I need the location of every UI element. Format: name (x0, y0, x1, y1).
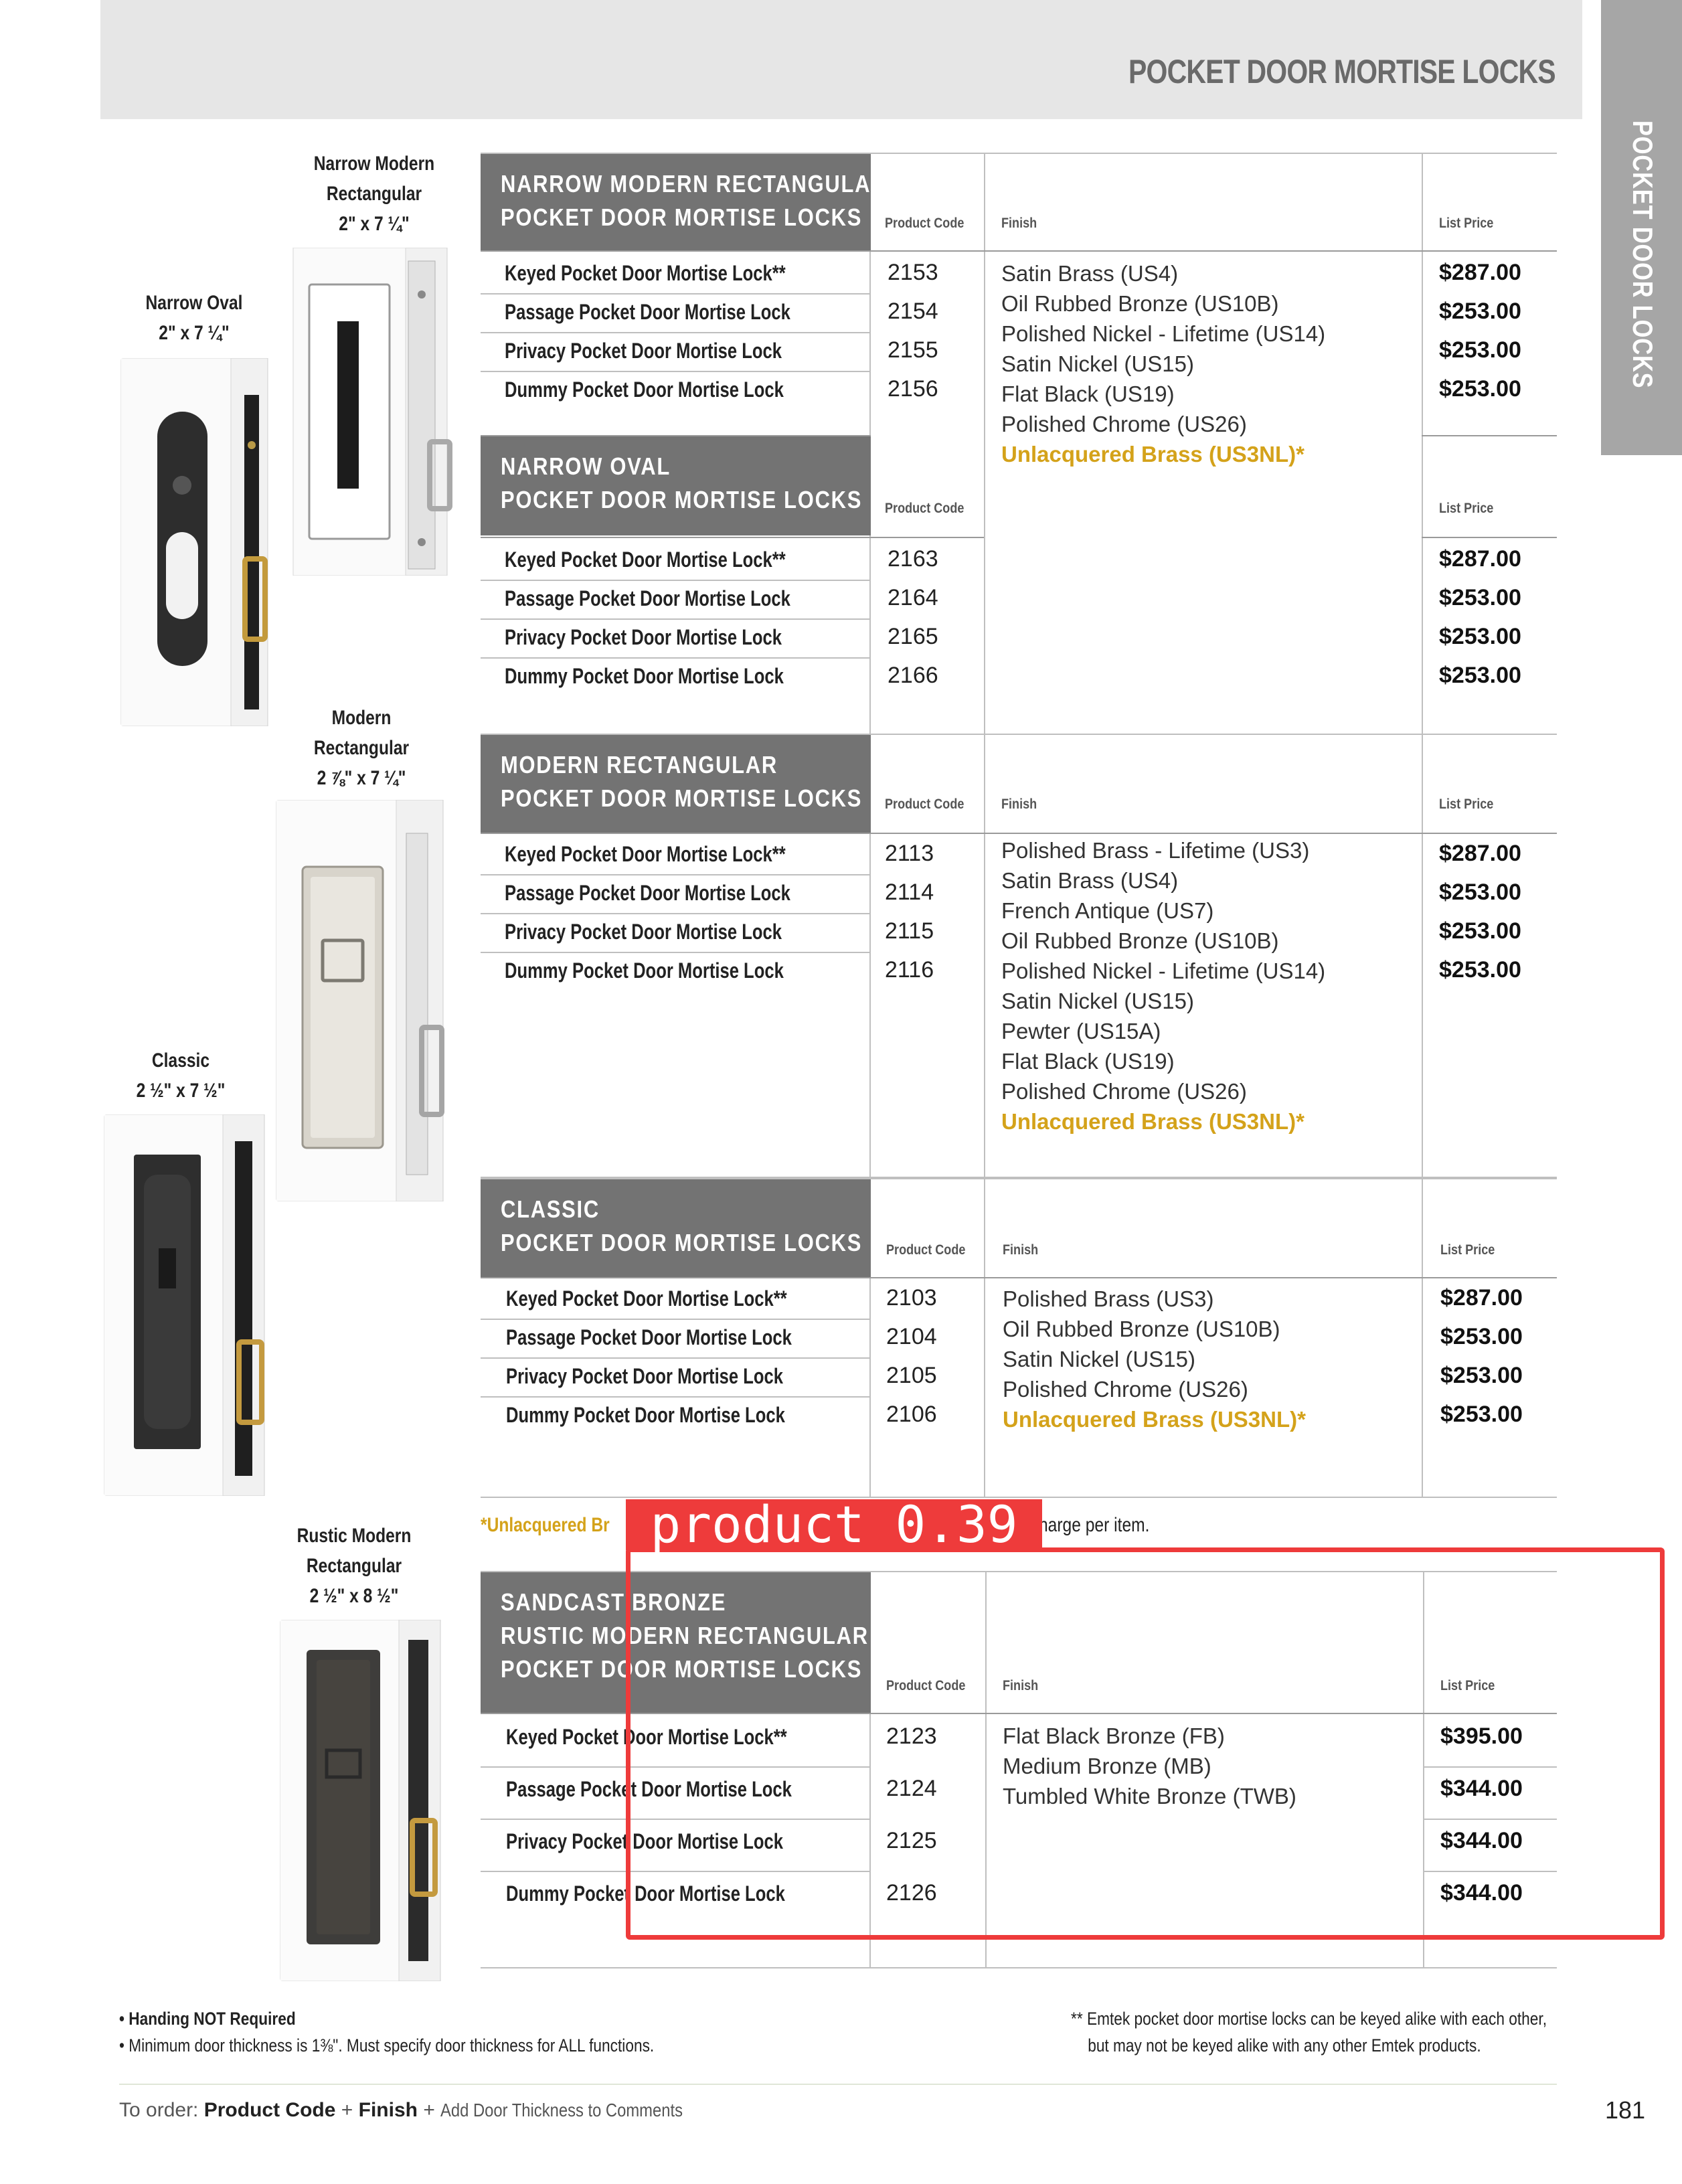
table-row-item: Passage Pocket Door Mortise Lock (506, 1325, 792, 1349)
table-row-code: 2103 (886, 1285, 937, 1311)
column-header-price: List Price (1439, 501, 1494, 516)
table-row-code: 2116 (885, 957, 934, 983)
table-row-code: 2113 (885, 841, 934, 866)
table-narrow: NARROW MODERN RECTANGULAR POCKET DOOR MOR… (481, 153, 1557, 735)
table-row-price: $253.00 (1440, 1363, 1523, 1388)
table-row-item: Privacy Pocket Door Mortise Lock (505, 625, 782, 649)
table-row-code: 2153 (888, 260, 938, 285)
table-row-item: Keyed Pocket Door Mortise Lock** (505, 548, 786, 572)
table-row-item: Privacy Pocket Door Mortise Lock (505, 339, 782, 363)
finish-unlacquered: Unlacquered Brass (US3NL)* (1003, 1407, 1306, 1432)
table-row-code: 2156 (888, 376, 938, 402)
column-header-price: List Price (1439, 216, 1494, 231)
modern-rectangular-lock-image (276, 800, 444, 1201)
table-row-item: Passage Pocket Door Mortise Lock (505, 586, 790, 610)
classic-lock-image (104, 1114, 265, 1496)
table-row-price: $253.00 (1439, 957, 1521, 983)
table-row-code: 2115 (885, 918, 934, 944)
table-row-price: $287.00 (1439, 546, 1521, 572)
finish-list: Polished Brass - Lifetime (US3) Satin Br… (1001, 835, 1325, 1137)
table-row-price: $253.00 (1439, 918, 1521, 944)
table-row-price: $253.00 (1440, 1402, 1523, 1427)
table-heading-classic: CLASSIC POCKET DOOR MORTISE LOCKS (481, 1179, 871, 1277)
table-row-item: Keyed Pocket Door Mortise Lock** (505, 261, 786, 285)
table-row-code: 2155 (888, 337, 938, 363)
table-row-code: 2105 (886, 1363, 937, 1388)
table-row-price: $287.00 (1440, 1285, 1523, 1311)
table-row-item: Dummy Pocket Door Mortise Lock (505, 664, 784, 688)
table-row-code: 2164 (888, 585, 938, 610)
table-row-code: 2166 (888, 663, 938, 688)
order-instructions: To order: Product Code + Finish + Add Do… (119, 2099, 683, 2121)
table-row-code: 2114 (885, 879, 934, 905)
finish-list: Polished Brass (US3) Oil Rubbed Bronze (… (1003, 1284, 1306, 1434)
footer-rule (119, 2084, 1557, 2085)
finish-list: Satin Brass (US4) Oil Rubbed Bronze (US1… (1001, 258, 1325, 469)
finish-unlacquered: Unlacquered Brass (US3NL)* (1001, 442, 1305, 467)
narrow-modern-lock-image (292, 248, 452, 576)
table-modern-rectangular: MODERN RECTANGULAR POCKET DOOR MORTISE LO… (481, 734, 1557, 1178)
table-heading-narrow-oval: NARROW OVAL POCKET DOOR MORTISE LOCKS (481, 436, 871, 535)
rustic-modern-lock-image (280, 1620, 441, 1981)
side-tab-label: POCKET DOOR LOCKS (1627, 120, 1659, 389)
table-row-price: $287.00 (1439, 260, 1521, 285)
column-header-code: Product Code (886, 1242, 966, 1258)
column-header-code: Product Code (885, 796, 964, 812)
column-header-finish: Finish (1003, 1242, 1039, 1258)
table-row-price: $253.00 (1439, 299, 1521, 324)
table-row-price: $253.00 (1439, 337, 1521, 363)
finish-unlacquered: Unlacquered Brass (US3NL)* (1001, 1109, 1305, 1134)
column-header-finish: Finish (1001, 796, 1037, 812)
detection-label: product 0.39 (626, 1499, 1042, 1550)
column-header-code: Product Code (885, 501, 964, 516)
table-row-price: $253.00 (1439, 376, 1521, 402)
photo-label-rustic: Rustic Modern Rectangular 2 ½" x 8 ½" (297, 1525, 412, 1607)
table-row-item: Dummy Pocket Door Mortise Lock (505, 958, 784, 983)
page-title: POCKET DOOR MORTISE LOCKS (1128, 53, 1556, 90)
table-row-code: 2165 (888, 624, 938, 649)
photo-label-modern: Modern Rectangular 2 ⅞" x 7 ¼" (313, 707, 410, 789)
detection-box (626, 1547, 1665, 1940)
page-number: 181 (1605, 2096, 1646, 2124)
table-row-price: $253.00 (1439, 624, 1521, 649)
column-header-price: List Price (1439, 796, 1494, 812)
photo-label-narrow-oval: Narrow Oval 2" x 7 ¼" (145, 292, 243, 344)
table-row-item: Dummy Pocket Door Mortise Lock (505, 377, 784, 402)
photo-label-narrow-modern: Narrow Modern Rectangular 2" x 7 ¼" (313, 153, 435, 235)
table-row-item: Passage Pocket Door Mortise Lock (505, 881, 790, 905)
table-row-price: $253.00 (1439, 879, 1521, 905)
table-row-code: 2154 (888, 299, 938, 324)
table-row-item: Dummy Pocket Door Mortise Lock (506, 1403, 785, 1427)
footnote-left: • Handing NOT Required • Minimum door th… (119, 2009, 655, 2055)
narrow-oval-lock-image (120, 358, 268, 726)
table-row-item: Keyed Pocket Door Mortise Lock** (506, 1286, 787, 1311)
table-heading-modern: MODERN RECTANGULAR POCKET DOOR MORTISE LO… (481, 735, 871, 833)
column-header-code: Product Code (885, 216, 964, 231)
table-row-item: Keyed Pocket Door Mortise Lock** (505, 842, 786, 866)
table-row-code: 2104 (886, 1324, 937, 1349)
table-row-item: Privacy Pocket Door Mortise Lock (505, 920, 782, 944)
column-header-price: List Price (1440, 1242, 1495, 1258)
table-row-price: $287.00 (1439, 841, 1521, 866)
table-row-item: Privacy Pocket Door Mortise Lock (506, 1364, 784, 1388)
table-heading-narrow-modern: NARROW MODERN RECTANGULAR POCKET DOOR MOR… (481, 154, 886, 250)
table-row-price: $253.00 (1440, 1324, 1523, 1349)
table-classic: CLASSIC POCKET DOOR MORTISE LOCKS Product… (481, 1178, 1557, 1498)
column-header-finish: Finish (1001, 216, 1037, 231)
photo-label-classic: Classic 2 ½" x 7 ½" (136, 1049, 226, 1102)
table-row-code: 2106 (886, 1402, 937, 1427)
table-row-code: 2163 (888, 546, 938, 572)
footnote-right: ** Emtek pocket door mortise locks can b… (1071, 2009, 1547, 2055)
table-row-price: $253.00 (1439, 585, 1521, 610)
table-row-item: Passage Pocket Door Mortise Lock (505, 300, 790, 324)
table-row-price: $253.00 (1439, 663, 1521, 688)
unlacquered-note: *Unlacquered Br (481, 1514, 610, 1536)
unlacquered-note-end: harge per item. (1039, 1514, 1150, 1536)
